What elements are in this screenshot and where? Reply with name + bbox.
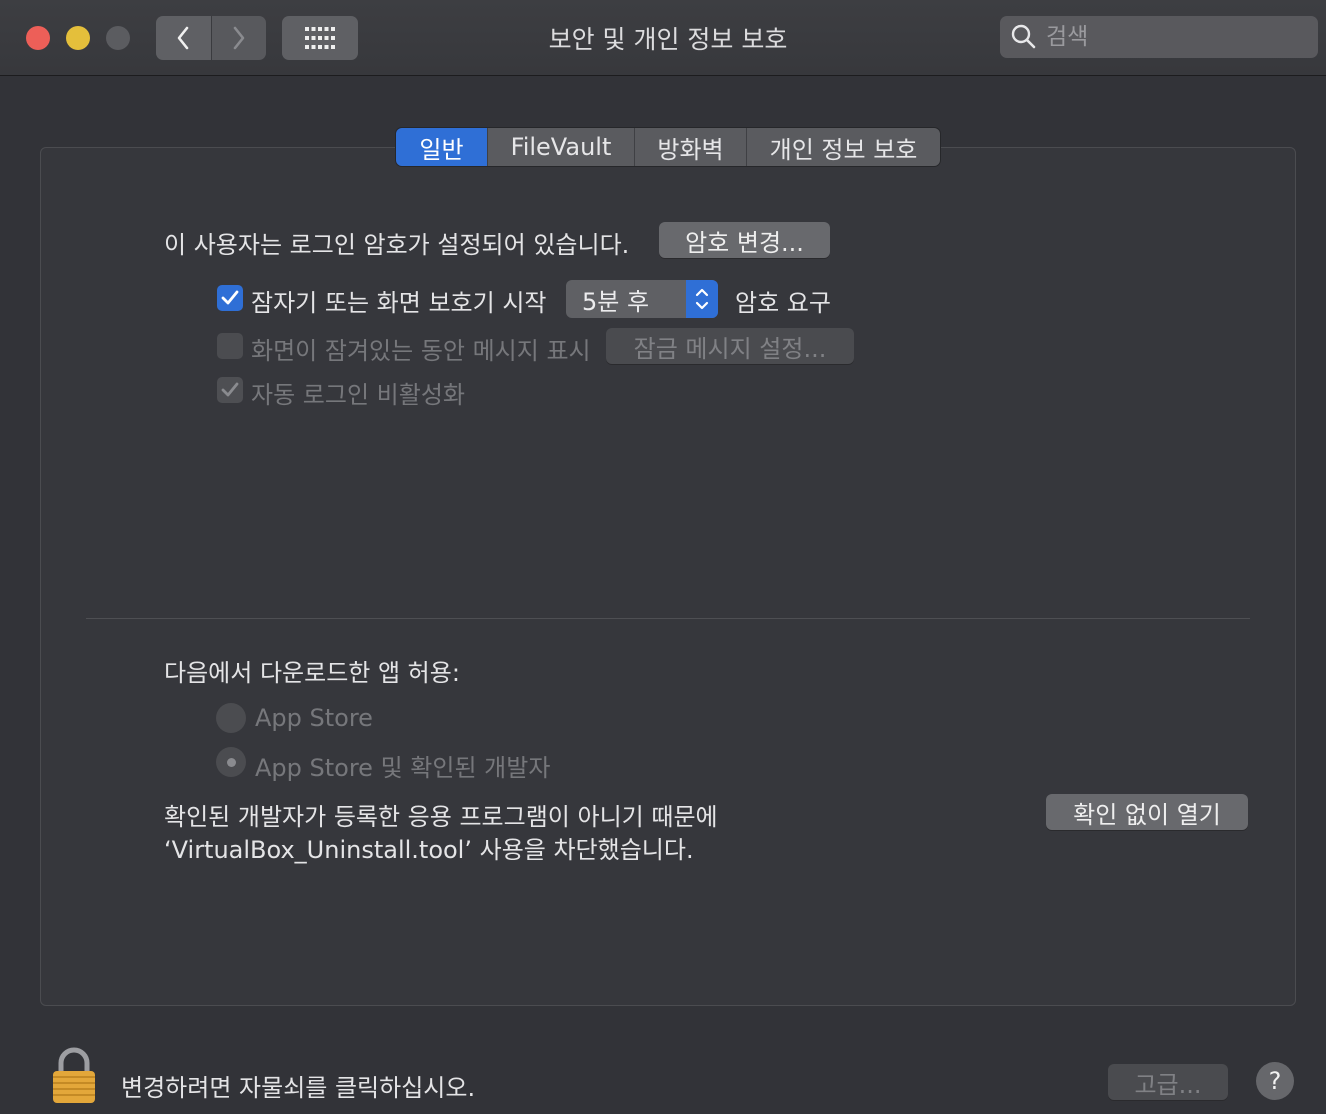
password-set-text: 이 사용자는 로그인 암호가 설정되어 있습니다. — [164, 231, 630, 259]
open-anyway-button[interactable]: 확인 없이 열기 — [1046, 794, 1248, 830]
tab-bar: 일반 FileVault 방화벽 개인 정보 보호 — [396, 128, 940, 166]
checkmark-icon — [221, 382, 239, 397]
advanced-button[interactable]: 고급... — [1108, 1064, 1228, 1100]
close-window-button[interactable] — [26, 26, 50, 50]
password-delay-value: 5분 후 — [582, 287, 650, 316]
chevron-right-icon — [233, 26, 245, 50]
radio-app-store-identified[interactable] — [216, 747, 246, 777]
tab-general[interactable]: 일반 — [396, 128, 487, 166]
change-password-button[interactable]: 암호 변경... — [659, 222, 830, 258]
navigation-buttons — [156, 16, 266, 60]
show-message-checkbox[interactable] — [217, 333, 243, 359]
radio-app-store[interactable] — [216, 703, 246, 733]
grid-icon — [305, 27, 335, 49]
tab-filevault[interactable]: FileVault — [487, 128, 634, 166]
show-all-button[interactable] — [282, 16, 358, 60]
search-icon — [1011, 24, 1036, 49]
help-button[interactable]: ? — [1256, 1062, 1294, 1100]
downloads-heading: 다음에서 다운로드한 앱 허용: — [164, 659, 460, 687]
lock-instruction-text: 변경하려면 자물쇠를 클릭하십시오. — [121, 1074, 476, 1102]
window-title: 보안 및 개인 정보 보호 — [548, 25, 788, 54]
search-input[interactable] — [1044, 23, 1298, 51]
blocked-message-line2: ‘VirtualBox_Uninstall.tool’ 사용을 차단했습니다. — [164, 836, 694, 864]
back-button[interactable] — [156, 16, 211, 60]
minimize-window-button[interactable] — [66, 26, 90, 50]
section-divider — [86, 618, 1250, 619]
search-field[interactable] — [1000, 16, 1318, 58]
chevron-left-icon — [177, 26, 189, 50]
checkmark-icon — [221, 290, 239, 305]
disable-autologin-label: 자동 로그인 비활성화 — [251, 381, 465, 409]
title-bar: 보안 및 개인 정보 보호 — [0, 0, 1326, 76]
stepper-arrows-icon — [686, 280, 718, 318]
tab-firewall[interactable]: 방화벽 — [634, 128, 746, 166]
zoom-window-button[interactable] — [106, 26, 130, 50]
disable-autologin-checkbox[interactable] — [217, 377, 243, 403]
require-password-label: 잠자기 또는 화면 보호기 시작 — [251, 289, 547, 317]
password-delay-select[interactable]: 5분 후 — [566, 280, 718, 318]
forward-button[interactable] — [210, 16, 266, 60]
content-panel — [40, 147, 1296, 1006]
require-password-checkbox[interactable] — [217, 285, 243, 311]
show-message-label: 화면이 잠겨있는 동안 메시지 표시 — [251, 337, 591, 365]
set-lock-message-button[interactable]: 잠금 메시지 설정... — [606, 328, 854, 364]
require-password-suffix: 암호 요구 — [735, 289, 831, 317]
radio-app-store-identified-label: App Store 및 확인된 개발자 — [255, 754, 551, 782]
blocked-message-line1: 확인된 개발자가 등록한 응용 프로그램이 아니기 때문에 — [164, 803, 718, 831]
radio-app-store-label: App Store — [255, 704, 373, 732]
lock-icon[interactable] — [50, 1047, 98, 1105]
tab-privacy[interactable]: 개인 정보 보호 — [746, 128, 940, 166]
system-preferences-window: 보안 및 개인 정보 보호 일반 FileVault 방화벽 개인 정보 보호 … — [0, 0, 1326, 1114]
